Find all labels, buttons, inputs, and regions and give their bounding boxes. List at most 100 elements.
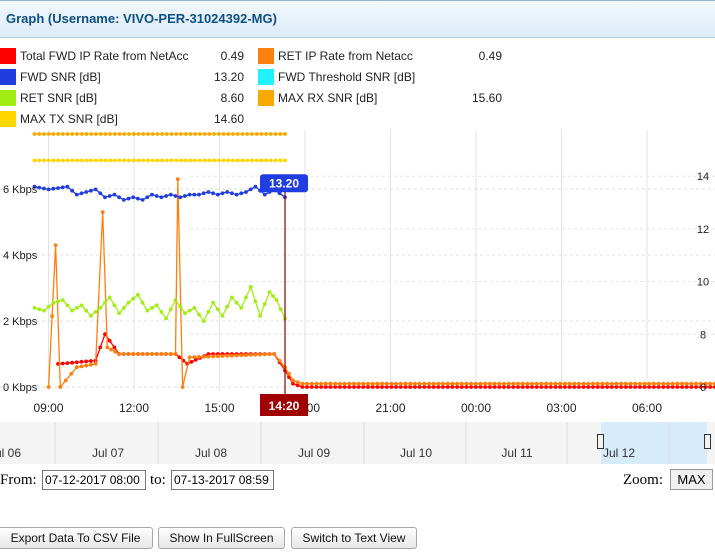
legend-item-max-tx-snr[interactable]: MAX TX SNR [dB] 14.60: [0, 109, 250, 129]
series-point: [253, 299, 258, 304]
series-point: [202, 158, 207, 163]
series-point: [689, 385, 694, 389]
series-point: [93, 187, 98, 192]
series-point: [79, 364, 84, 369]
series-point: [173, 352, 178, 356]
series-point: [89, 158, 94, 163]
series-point: [113, 158, 117, 163]
fullscreen-button[interactable]: Show In FullScreen: [158, 527, 285, 549]
x-tick-label: 00:00: [461, 401, 491, 415]
legend-item-max-rx-snr[interactable]: MAX RX SNR [dB] 15.60: [258, 88, 508, 108]
legend-item-fwd-snr[interactable]: FWD SNR [dB] 13.20: [0, 67, 250, 87]
series-line: [34, 285, 286, 323]
series-point: [202, 132, 207, 136]
series-point: [74, 365, 79, 370]
series-point: [84, 308, 89, 313]
series-point: [342, 385, 347, 389]
series-point: [206, 354, 211, 359]
series-point: [623, 381, 628, 386]
zoom-max-button[interactable]: MAX: [670, 469, 713, 490]
series-point: [117, 311, 121, 316]
series-point: [117, 195, 121, 200]
series-point: [375, 381, 380, 386]
series-point: [231, 158, 235, 163]
series-point: [305, 385, 309, 389]
series-point: [225, 304, 230, 309]
series-point: [661, 381, 666, 386]
series-point: [211, 191, 216, 196]
series-point: [563, 385, 567, 389]
series-point: [183, 194, 187, 198]
navigator-handle-right[interactable]: [704, 434, 711, 449]
series-point: [398, 385, 403, 389]
legend-item-total-fwd-ip-rate[interactable]: Total FWD IP Rate from NetAcc 0.49: [0, 46, 250, 66]
series-point: [633, 385, 638, 389]
series-point: [694, 381, 698, 386]
series-point: [155, 132, 160, 136]
series-point: [647, 385, 652, 389]
series-point: [652, 381, 656, 386]
series-point: [193, 132, 198, 136]
legend-item-ret-ip-rate[interactable]: RET IP Rate from Netacc 0.49: [258, 46, 508, 66]
series-point: [89, 362, 93, 367]
series-point: [254, 158, 259, 163]
series-point: [177, 355, 182, 360]
series-point: [109, 347, 114, 352]
series-ret-ip-rate-from-netacc: [46, 177, 715, 389]
series-point: [375, 385, 380, 389]
series-point: [272, 352, 277, 356]
series-point: [408, 381, 413, 386]
series-point: [267, 352, 272, 357]
series-point: [548, 385, 553, 389]
legend-item-ret-snr[interactable]: RET SNR [dB] 8.60: [0, 88, 250, 108]
snr-rate-chart[interactable]: 09:0012:0015:0018:0021:0000:0003:0006:00…: [0, 130, 715, 420]
series-point: [136, 158, 141, 163]
legend-item-fwd-threshold-snr[interactable]: FWD Threshold SNR [dB]: [258, 67, 508, 87]
from-date-input[interactable]: [42, 470, 146, 490]
series-point: [422, 381, 427, 386]
series-point: [230, 295, 234, 300]
series-point: [168, 192, 173, 197]
right-axis-tick-label: 6: [700, 382, 706, 394]
series-point: [197, 355, 201, 359]
x-tick-label: 03:00: [546, 401, 576, 415]
series-point: [201, 354, 206, 359]
series-point: [107, 295, 112, 300]
to-date-input[interactable]: [171, 470, 274, 490]
window-title: Graph (Username: VIVO-PER-31024392-MG): [6, 11, 277, 26]
series-point: [278, 158, 283, 163]
series-point: [235, 132, 240, 136]
navigator-date-label: Jul 08: [194, 446, 228, 460]
series-point: [278, 132, 283, 136]
series-point: [502, 385, 506, 389]
series-point: [127, 132, 131, 136]
navigator-bar[interactable]: Jul 06 Jul 07 Jul 08 Jul 09 Jul 10 Jul 11 Jul …: [0, 422, 715, 464]
crosshair-value-label: 13.20: [269, 176, 299, 190]
series-point: [74, 192, 79, 197]
series-point: [356, 381, 361, 386]
series-point: [192, 355, 197, 359]
text-view-button[interactable]: Switch to Text View: [291, 527, 417, 549]
series-point: [525, 385, 530, 389]
series-point: [525, 381, 530, 386]
series-point: [459, 385, 464, 389]
series-line: [47, 179, 715, 389]
export-csv-button[interactable]: Export Data To CSV File: [0, 527, 153, 549]
series-point: [244, 190, 248, 194]
series-point: [328, 381, 333, 386]
series-point: [595, 381, 600, 386]
series-point: [65, 184, 70, 189]
series-point: [51, 158, 56, 163]
series-point: [577, 385, 581, 389]
series-point: [46, 304, 51, 309]
series-point: [105, 345, 110, 350]
legend-label: MAX TX SNR [dB]: [20, 112, 118, 126]
series-point: [46, 132, 51, 136]
series-point: [197, 312, 201, 317]
series-point: [146, 158, 150, 163]
series-point: [187, 192, 192, 197]
series-point: [572, 381, 577, 386]
series-point: [492, 381, 497, 386]
series-point: [323, 385, 328, 389]
series-point: [46, 385, 51, 389]
